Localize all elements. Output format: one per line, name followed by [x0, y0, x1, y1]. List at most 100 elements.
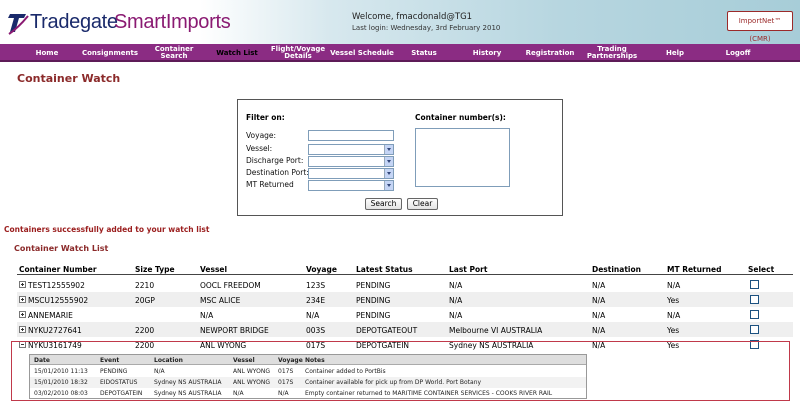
cell-last-port: N/A	[449, 296, 463, 305]
cell-latest-status: PENDING	[356, 311, 391, 320]
history-vessel: ANL WYONG	[233, 368, 270, 375]
cell-voyage: N/A	[306, 311, 320, 320]
cell-size-type: 20GP	[135, 296, 155, 305]
cell-destination: N/A	[592, 326, 606, 335]
history-vessel: N/A	[233, 390, 244, 397]
logo-swoosh-icon	[8, 14, 29, 35]
cell-vessel: NEWPORT BRIDGE	[200, 326, 269, 335]
column-header-size-type[interactable]: Size Type	[135, 265, 175, 274]
nav-item-status[interactable]: Status	[405, 44, 443, 62]
chevron-down-icon	[384, 157, 393, 166]
destination-port-select[interactable]	[308, 168, 394, 179]
vessel-select[interactable]	[308, 144, 394, 155]
history-location: N/A	[154, 368, 165, 375]
history-row: 15/01/2010 18:32 EIDOSTATUS Sydney NS AU…	[30, 377, 586, 388]
importnet-button[interactable]: ImportNet™ (CMR)	[727, 11, 793, 43]
filter-title: Filter on:	[246, 113, 285, 122]
cell-latest-status: PENDING	[356, 281, 391, 290]
select-checkbox[interactable]	[750, 310, 759, 319]
column-header-destination[interactable]: Destination	[592, 265, 641, 274]
nav-item-history[interactable]: History	[466, 44, 508, 62]
nav-item-flight-voyage-details[interactable]: Flight/Voyage Details	[268, 44, 328, 62]
discharge-port-select[interactable]	[308, 156, 394, 167]
nav-item-container-search[interactable]: Container Search	[140, 44, 208, 62]
last-login-text: Last login: Wednesday, 3rd February 2010	[352, 24, 501, 32]
mt-returned-select[interactable]	[308, 180, 394, 191]
welcome-text: Welcome, fmacdonald@TG1	[352, 12, 473, 22]
select-checkbox[interactable]	[750, 295, 759, 304]
history-notes: Container added to PortBis	[305, 368, 386, 375]
nav-item-consignments[interactable]: Consignments	[82, 44, 138, 62]
table-row: MSCU12555902 20GP MSC ALICE 234E PENDING…	[17, 292, 793, 307]
column-header-last-port[interactable]: Last Port	[449, 265, 487, 274]
filter-panel: Filter on: Container number(s): Voyage: …	[237, 99, 563, 216]
watch-list-title: Container Watch List	[14, 244, 109, 253]
container-history-table: Date Event Location Vessel Voyage Notes …	[29, 354, 587, 399]
cell-latest-status: PENDING	[356, 296, 391, 305]
cell-mt-returned: Yes	[667, 296, 680, 305]
discharge-port-label: Discharge Port:	[246, 156, 304, 165]
column-header-voyage[interactable]: Voyage	[306, 265, 337, 274]
cell-mt-returned: N/A	[667, 281, 681, 290]
expand-icon[interactable]	[19, 311, 26, 318]
chevron-down-icon	[384, 181, 393, 190]
cell-destination: N/A	[592, 311, 606, 320]
cell-vessel: N/A	[200, 311, 214, 320]
column-header-latest-status[interactable]: Latest Status	[356, 265, 413, 274]
cell-last-port: Melbourne VI AUSTRALIA	[449, 326, 543, 335]
page-title: Container Watch	[17, 72, 121, 85]
nav-item-registration[interactable]: Registration	[524, 44, 576, 62]
cell-last-port: N/A	[449, 281, 463, 290]
history-voyage: 017S	[278, 368, 294, 375]
search-button[interactable]: Search	[365, 198, 402, 210]
select-checkbox[interactable]	[750, 325, 759, 334]
history-vessel: ANL WYONG	[233, 379, 270, 386]
column-header-select: Select	[748, 265, 775, 274]
history-col-voyage: Voyage	[278, 357, 303, 364]
cell-mt-returned: Yes	[667, 326, 680, 335]
nav-item-vessel-schedule[interactable]: Vessel Schedule	[329, 44, 395, 62]
nav-item-help[interactable]: Help	[661, 44, 689, 62]
cell-voyage: 123S	[306, 281, 326, 290]
cell-latest-status: DEPOTGATEOUT	[356, 326, 418, 335]
expand-icon[interactable]	[19, 296, 26, 303]
history-date: 15/01/2010 18:32	[34, 379, 88, 386]
history-col-vessel: Vessel	[233, 357, 255, 364]
history-event: PENDING	[100, 368, 128, 375]
history-event: DEPOTGATEIN	[100, 390, 143, 397]
history-row: 03/02/2010 08:03 DEPOTGATEIN Sydney NS A…	[30, 388, 586, 399]
history-notes: Empty container returned to MARITIME CON…	[305, 390, 553, 397]
history-notes: Container available for pick up from DP …	[305, 379, 482, 386]
main-nav: Home Consignments Container Search Watch…	[0, 44, 800, 62]
select-checkbox[interactable]	[750, 280, 759, 289]
chevron-down-icon	[384, 169, 393, 178]
cell-size-type: 2200	[135, 326, 155, 335]
column-header-container-number[interactable]: Container Number	[19, 265, 97, 274]
history-header: Date Event Location Vessel Voyage Notes	[30, 355, 586, 365]
table-row: ANNEMARIE N/A N/A PENDING N/A N/A N/A	[17, 307, 793, 322]
history-date: 03/02/2010 08:03	[34, 390, 88, 397]
column-header-vessel[interactable]: Vessel	[200, 265, 227, 274]
cell-last-port: N/A	[449, 311, 463, 320]
nav-item-trading-partnerships[interactable]: Trading Partnerships	[587, 44, 637, 62]
clear-button[interactable]: Clear	[407, 198, 438, 210]
mt-returned-label: MT Returned	[246, 180, 294, 189]
vessel-label: Vessel:	[246, 144, 273, 153]
cell-voyage: 234E	[306, 296, 326, 305]
nav-item-watch-list[interactable]: Watch List	[213, 44, 261, 62]
container-numbers-textarea[interactable]	[415, 128, 510, 187]
cell-container-number: TEST12555902	[28, 281, 85, 290]
nav-item-home[interactable]: Home	[28, 44, 66, 62]
table-row: TEST12555902 2210 OOCL FREEDOM 123S PEND…	[17, 277, 793, 292]
voyage-input[interactable]	[308, 130, 394, 141]
cell-size-type: 2210	[135, 281, 155, 290]
expand-icon[interactable]	[19, 281, 26, 288]
history-voyage: 017S	[278, 379, 294, 386]
cell-destination: N/A	[592, 281, 606, 290]
tradegate-logo[interactable]: Tradegate SmartImports	[6, 6, 231, 38]
chevron-down-icon	[384, 145, 393, 154]
nav-item-logoff[interactable]: Logoff	[722, 44, 754, 62]
table-row: NYKU2727641 2200 NEWPORT BRIDGE 003S DEP…	[17, 322, 793, 337]
column-header-mt-returned[interactable]: MT Returned	[667, 265, 721, 274]
expand-icon[interactable]	[19, 326, 26, 333]
